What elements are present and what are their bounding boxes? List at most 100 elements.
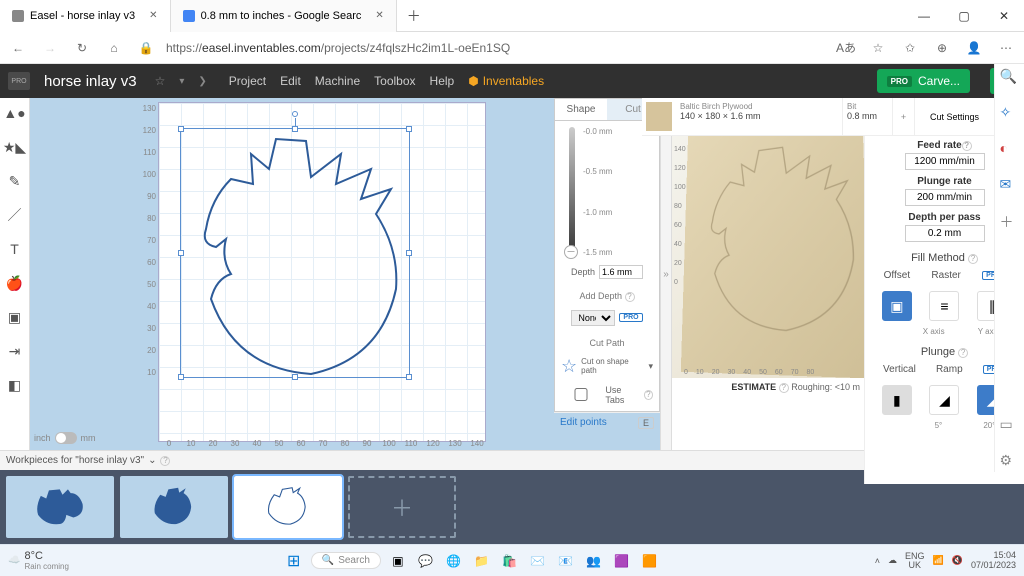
project-expand-icon[interactable]: ❯ xyxy=(198,76,206,87)
add-depth-select[interactable]: None xyxy=(571,310,615,326)
refresh-button[interactable]: ↻ xyxy=(70,36,94,60)
chat-icon[interactable]: 💬 xyxy=(415,550,437,572)
onedrive-icon[interactable]: ☁ xyxy=(888,555,897,566)
close-tab-icon[interactable]: ✕ xyxy=(375,10,383,21)
raster-x-icon[interactable]: ≡ xyxy=(929,291,959,321)
system-tray[interactable]: ˄ ☁ ENGUK 📶 🔇 15:04 07/01/2023 xyxy=(875,551,1016,571)
shapes-tool-icon[interactable]: ▲● xyxy=(4,102,26,124)
cut-path-row[interactable]: ☆ Cut on shape path ▾ xyxy=(561,356,653,377)
tab-shape[interactable]: Shape xyxy=(555,99,607,120)
fill-offset[interactable]: Offset xyxy=(884,270,911,281)
project-name[interactable]: horse inlay v3 xyxy=(44,73,137,90)
star-tool-icon[interactable]: ★◣ xyxy=(4,136,26,158)
favorite-project-icon[interactable]: ☆ xyxy=(155,74,166,88)
close-tab-icon[interactable]: ✕ xyxy=(149,10,157,21)
bit-info[interactable]: Bit 0.8 mm xyxy=(842,98,892,135)
unit-toggle[interactable]: inch mm xyxy=(34,432,96,444)
carve-button[interactable]: PRO Carve... xyxy=(877,69,970,93)
chevron-down-icon[interactable]: ⌄ xyxy=(148,455,156,466)
mail-icon[interactable]: ✉️ xyxy=(527,550,549,572)
depth-pass-input[interactable] xyxy=(905,225,985,242)
add-workpiece-button[interactable]: ＋ xyxy=(348,476,456,538)
favorite-icon[interactable]: ☆ xyxy=(866,36,890,60)
url-field[interactable]: https://easel.inventables.com/projects/z… xyxy=(166,41,826,55)
favorites-bar-icon[interactable]: ✩ xyxy=(898,36,922,60)
gear-icon[interactable]: ⚙ xyxy=(1000,452,1020,472)
edit-points-button[interactable]: Edit points E xyxy=(554,412,660,433)
cube-tool-icon[interactable]: ◧ xyxy=(4,374,26,396)
add-bit-button[interactable]: + xyxy=(892,98,914,135)
store-icon[interactable]: 🛍️ xyxy=(499,550,521,572)
preview-3d[interactable]: 170160140120100806040200 010203040506070… xyxy=(672,98,864,378)
browser-tab[interactable]: 0.8 mm to inches - Google Searc ✕ xyxy=(171,0,397,32)
task-view-icon[interactable]: ▣ xyxy=(387,550,409,572)
material-swatch[interactable] xyxy=(646,102,672,131)
box-tool-icon[interactable]: ▣ xyxy=(4,306,26,328)
back-button[interactable]: ← xyxy=(6,36,30,60)
rotate-handle[interactable] xyxy=(292,111,298,117)
weather-widget[interactable]: ☁️ 8°C Rain coming xyxy=(8,550,69,571)
clock[interactable]: 15:04 07/01/2023 xyxy=(971,551,1016,571)
brand-link[interactable]: ⬢ Inventables xyxy=(468,74,544,88)
taskbar-search[interactable]: 🔍 Search xyxy=(311,552,381,569)
home-button[interactable]: ⌂ xyxy=(102,36,126,60)
close-window-button[interactable]: ✕ xyxy=(984,9,1024,23)
menu-help[interactable]: Help xyxy=(430,74,455,88)
workpiece-thumb-selected[interactable] xyxy=(234,476,342,538)
line-tool-icon[interactable]: ／ xyxy=(4,204,26,226)
explorer-icon[interactable]: 📁 xyxy=(471,550,493,572)
collections-icon[interactable]: ⊕ xyxy=(930,36,954,60)
help-icon[interactable]: ? xyxy=(968,254,978,264)
fill-raster[interactable]: Raster xyxy=(931,270,960,281)
help-icon[interactable]: ? xyxy=(962,141,972,151)
office-icon[interactable]: ◐ xyxy=(1000,140,1020,160)
cut-settings-title[interactable]: Cut Settings xyxy=(914,98,994,135)
chevron-up-icon[interactable]: ˄ xyxy=(875,556,880,566)
plunge-vertical[interactable]: Vertical xyxy=(883,364,916,375)
wifi-icon[interactable]: 📶 xyxy=(933,555,944,566)
app-logo[interactable]: PRO xyxy=(8,72,30,90)
chevron-down-icon[interactable]: ▾ xyxy=(648,361,653,372)
app-icon[interactable]: 🟧 xyxy=(639,550,661,572)
maximize-button[interactable]: ▢ xyxy=(944,9,984,23)
feed-rate-input[interactable] xyxy=(905,153,985,170)
text-tool-icon[interactable]: T xyxy=(4,238,26,260)
help-icon[interactable]: ? xyxy=(779,383,789,393)
collapse-handle[interactable]: » xyxy=(660,98,672,450)
canvas-wrap[interactable]: 130120110100908070605040302010 010203040… xyxy=(30,98,554,450)
apps-tool-icon[interactable]: 🍎 xyxy=(4,272,26,294)
material-info[interactable]: Baltic Birch Plywood 140 × 180 × 1.6 mm xyxy=(676,98,842,135)
plunge-rate-input[interactable] xyxy=(905,189,985,206)
help-icon[interactable]: ? xyxy=(958,348,968,358)
edge-icon[interactable]: 🌐 xyxy=(443,550,465,572)
help-icon[interactable]: ? xyxy=(644,390,653,400)
depth-slider[interactable]: -0.0 mm -0.5 mm -1.0 mm -1.5 mm — xyxy=(561,127,653,257)
panel-icon[interactable]: ▭ xyxy=(1000,416,1020,436)
project-dropdown-icon[interactable]: ▾ xyxy=(179,76,184,87)
help-icon[interactable]: ? xyxy=(625,292,635,302)
import-tool-icon[interactable]: ⇥ xyxy=(4,340,26,362)
switch-icon[interactable] xyxy=(55,432,77,444)
teams-icon[interactable]: 👥 xyxy=(583,550,605,572)
vertical-icon[interactable]: ▮ xyxy=(882,385,912,415)
selection-box[interactable] xyxy=(180,128,410,378)
help-icon[interactable]: ? xyxy=(160,456,170,466)
menu-machine[interactable]: Machine xyxy=(315,74,360,88)
menu-edit[interactable]: Edit xyxy=(280,74,301,88)
depth-input[interactable] xyxy=(599,265,643,279)
outlook-icon[interactable]: ✉ xyxy=(1000,176,1020,196)
reader-icon[interactable]: Aあ xyxy=(834,36,858,60)
browser-tab-active[interactable]: Easel - horse inlay v3 ✕ xyxy=(0,0,171,32)
start-button[interactable]: ⊞ xyxy=(283,550,305,572)
volume-icon[interactable]: 🔇 xyxy=(952,555,963,566)
offset-icon[interactable]: ▣ xyxy=(882,291,912,321)
profile-icon[interactable]: 👤 xyxy=(962,36,986,60)
app-icon[interactable]: 🟪 xyxy=(611,550,633,572)
outlook-icon[interactable]: 📧 xyxy=(555,550,577,572)
depth-handle[interactable]: — xyxy=(564,245,578,259)
use-tabs-checkbox[interactable] xyxy=(561,388,601,401)
horse-outline[interactable] xyxy=(181,129,411,379)
more-icon[interactable]: ⋯ xyxy=(994,36,1018,60)
add-sidebar-icon[interactable]: ＋ xyxy=(1000,212,1020,232)
minimize-button[interactable]: — xyxy=(904,9,944,23)
